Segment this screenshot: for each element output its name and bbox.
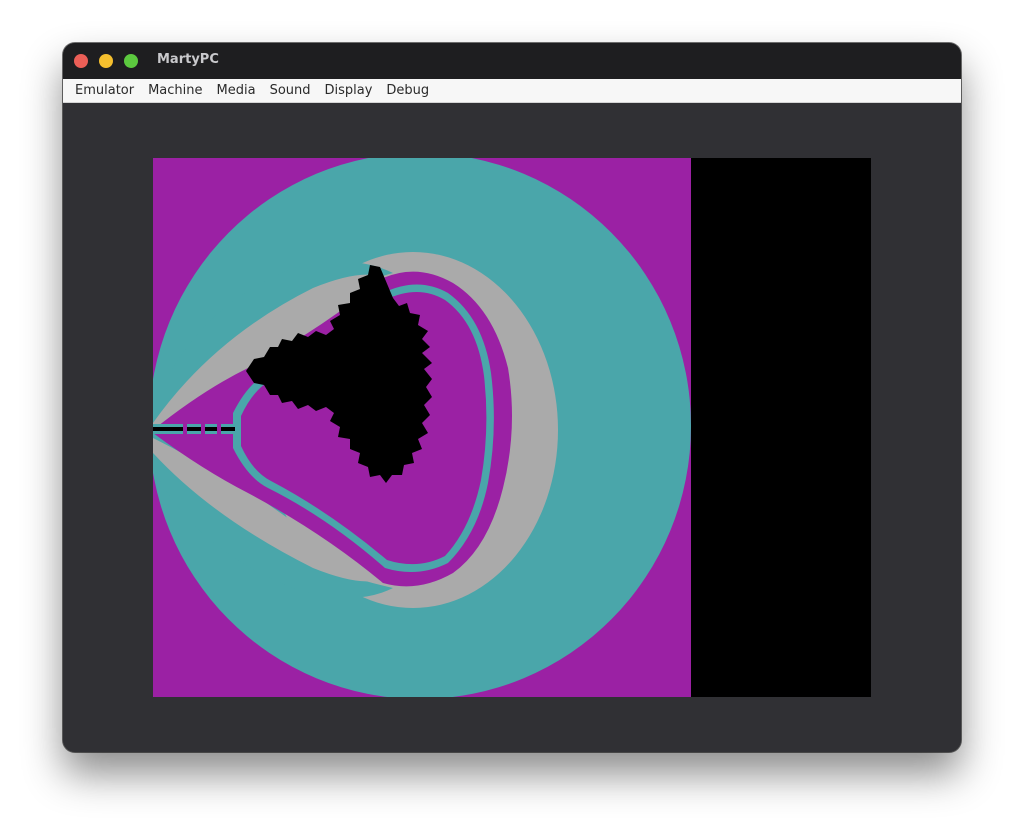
fractal-antenna-core bbox=[153, 427, 235, 431]
menu-display[interactable]: Display bbox=[318, 80, 380, 102]
emulator-display-area bbox=[63, 103, 961, 752]
menu-bar: Emulator Machine Media Sound Display Deb… bbox=[63, 79, 961, 103]
menu-emulator[interactable]: Emulator bbox=[68, 80, 141, 102]
window-title: MartyPC bbox=[157, 52, 219, 67]
close-button[interactable] bbox=[74, 54, 88, 68]
menu-media[interactable]: Media bbox=[210, 80, 263, 102]
menu-debug[interactable]: Debug bbox=[379, 80, 436, 102]
maximize-button[interactable] bbox=[124, 54, 138, 68]
emulator-screen[interactable] bbox=[153, 158, 871, 697]
app-window: MartyPC Emulator Machine Media Sound Dis… bbox=[63, 43, 961, 752]
title-bar[interactable]: MartyPC bbox=[63, 43, 961, 79]
menu-sound[interactable]: Sound bbox=[263, 80, 318, 102]
fractal-image bbox=[153, 158, 691, 697]
fractal-antenna-dots bbox=[217, 422, 221, 436]
fractal-antenna-dots bbox=[201, 422, 205, 436]
fractal-antenna-dots bbox=[183, 422, 187, 436]
minimize-button[interactable] bbox=[99, 54, 113, 68]
menu-machine[interactable]: Machine bbox=[141, 80, 209, 102]
